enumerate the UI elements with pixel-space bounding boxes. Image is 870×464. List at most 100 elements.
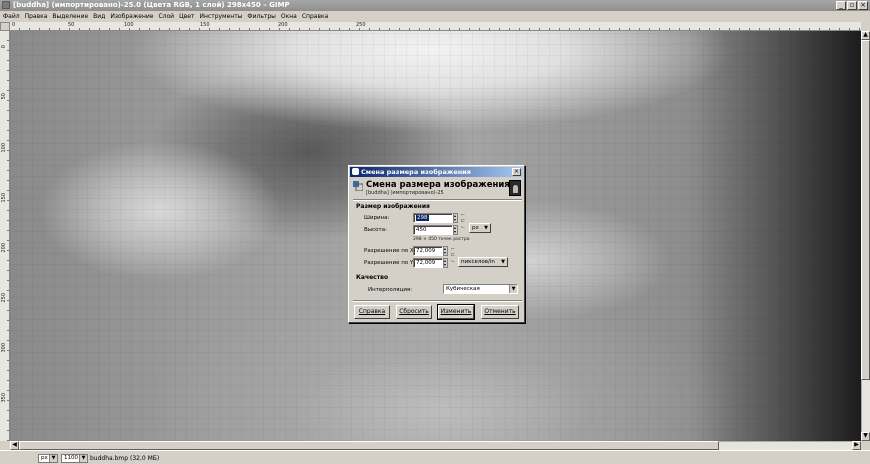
size-section-title: Размер изображения [356,203,430,210]
chevron-down-icon: ▼ [79,455,87,462]
menu-filters[interactable]: Фильтры [247,13,275,20]
help-button-label: Справка [358,308,386,315]
scale-button[interactable]: Изменить [437,304,475,320]
ruler-tick: 50 [1,93,7,100]
width-input[interactable]: 298 [413,213,453,223]
vertical-ruler[interactable]: 0 50 100 150 200 250 300 350 [0,31,10,441]
divider [353,300,522,302]
height-value: 450 [416,227,427,233]
menu-help[interactable]: Справка [302,13,328,20]
chevron-down-icon: ▼ [501,259,505,265]
window-titlebar: [buddha] (импортировано)-25.0 (Цвета RGB… [0,0,870,11]
ruler-tick: 250 [1,293,7,303]
interpolation-select[interactable]: Кубическая ▼ [443,284,518,294]
menu-view[interactable]: Вид [93,13,105,20]
zoom-select[interactable]: 1100 % ▼ [61,454,88,463]
resolution-unit-value: пикселов/in [461,259,495,265]
unit-select[interactable]: px ▼ [38,454,58,463]
menu-windows[interactable]: Окна [281,13,297,20]
ruler-tick: 200 [1,243,7,253]
dialog-header: Смена размера изображения [buddha] (импо… [353,180,521,198]
close-button[interactable]: × [858,1,868,10]
yres-value: 72,009 [416,260,436,266]
height-label: Высота: [364,227,387,233]
menu-file[interactable]: Файл [3,13,20,20]
scroll-down-button[interactable]: ▼ [861,432,870,441]
dialog-subheading: [buddha] (импортировано)-25 [366,190,444,196]
width-label: Ширина: [364,215,390,221]
pixel-size-note: 298 × 450 точек растра [413,237,470,242]
menu-colors[interactable]: Цвет [179,13,194,20]
scroll-up-button[interactable]: ▲ [861,31,870,40]
unit-value: px [41,455,48,461]
quality-section-title: Качество [356,274,389,281]
menu-image[interactable]: Изображение [110,13,153,20]
gimp-icon [352,168,359,175]
scale-button-label: Изменить [440,308,472,315]
chevron-down-icon: ▼ [484,225,488,231]
xres-spinner[interactable] [443,246,448,256]
help-button[interactable]: Справка [354,305,390,319]
dialog-close-button[interactable]: × [512,168,521,176]
size-unit-select[interactable]: px ▼ [469,223,491,233]
reset-button[interactable]: Сбросить [396,305,432,319]
dialog-titlebar: Смена размера изображения × [350,167,523,177]
xres-input[interactable]: 72,009 [413,246,443,256]
dialog-heading: Смена размера изображения [366,180,510,190]
ruler-tick: 100 [124,22,134,28]
size-unit-value: px [472,225,479,231]
ruler-tick: 100 [1,143,7,153]
horizontal-ruler[interactable]: 0 50 100 150 200 250 [10,22,861,31]
menu-select[interactable]: Выделение [52,13,88,20]
scale-image-dialog: Смена размера изображения × Смена размер… [348,165,525,323]
yres-spinner[interactable] [443,258,448,268]
minimize-button[interactable]: _ [836,1,846,10]
horizontal-scroll-thumb[interactable] [19,441,719,450]
status-info: buddha.bmp (32,0 МБ) [90,455,160,462]
width-spinner[interactable] [453,213,458,223]
height-spinner[interactable] [453,225,458,235]
menu-layer[interactable]: Слой [158,13,174,20]
ruler-tick: 200 [278,22,288,28]
scale-icon [353,181,363,191]
ruler-tick: 0 [12,22,16,28]
chain-link-icon[interactable]: ⌐ ⊏ ⌙ [450,246,456,268]
ruler-tick: 250 [356,22,366,28]
yres-input[interactable]: 72,009 [413,258,443,268]
height-input[interactable]: 450 [413,225,453,235]
vertical-scroll-thumb[interactable] [861,40,870,380]
ruler-tick: 150 [200,22,210,28]
vertical-scrollbar[interactable]: ▲ ▼ [861,31,870,441]
dialog-title: Смена размера изображения [361,168,471,176]
cancel-button[interactable]: Отменить [481,305,519,319]
window-title: [buddha] (импортировано)-25.0 (Цвета RGB… [13,1,290,9]
menu-tools[interactable]: Инструменты [199,13,242,20]
scroll-left-button[interactable]: ◀ [10,441,19,450]
ruler-tick: 350 [1,393,7,403]
interpolation-value: Кубическая [446,286,480,292]
xres-label: Разрешение по X: [364,248,416,254]
interpolation-label: Интерполяция: [368,287,413,293]
cancel-button-label: Отменить [484,308,516,315]
reset-button-label: Сбросить [399,308,429,315]
scroll-right-button[interactable]: ▶ [852,441,861,450]
divider [353,199,522,201]
ruler-tick: 50 [68,22,75,28]
menu-edit[interactable]: Правка [25,13,48,20]
resolution-unit-select[interactable]: пикселов/in ▼ [458,257,508,267]
yres-label: Разрешение по Y: [364,260,415,266]
ruler-tick: 0 [1,45,7,49]
image-thumbnail [509,180,521,196]
chevron-down-icon: ▼ [49,455,57,462]
chain-link-icon[interactable]: ⌐ ⊏ ⌙ [460,212,466,236]
xres-value: 72,009 [416,248,436,254]
ruler-corner[interactable] [0,22,10,31]
horizontal-scrollbar[interactable]: ◀ ▶ [10,441,861,450]
gimp-icon [2,1,10,9]
ruler-tick: 300 [1,343,7,353]
maximize-button[interactable]: ▫ [847,1,857,10]
statusbar: px ▼ 1100 % ▼ buddha.bmp (32,0 МБ) [0,450,870,464]
ruler-tick: 150 [1,193,7,203]
chevron-down-icon: ▼ [509,285,517,293]
width-value: 298 [416,215,429,221]
